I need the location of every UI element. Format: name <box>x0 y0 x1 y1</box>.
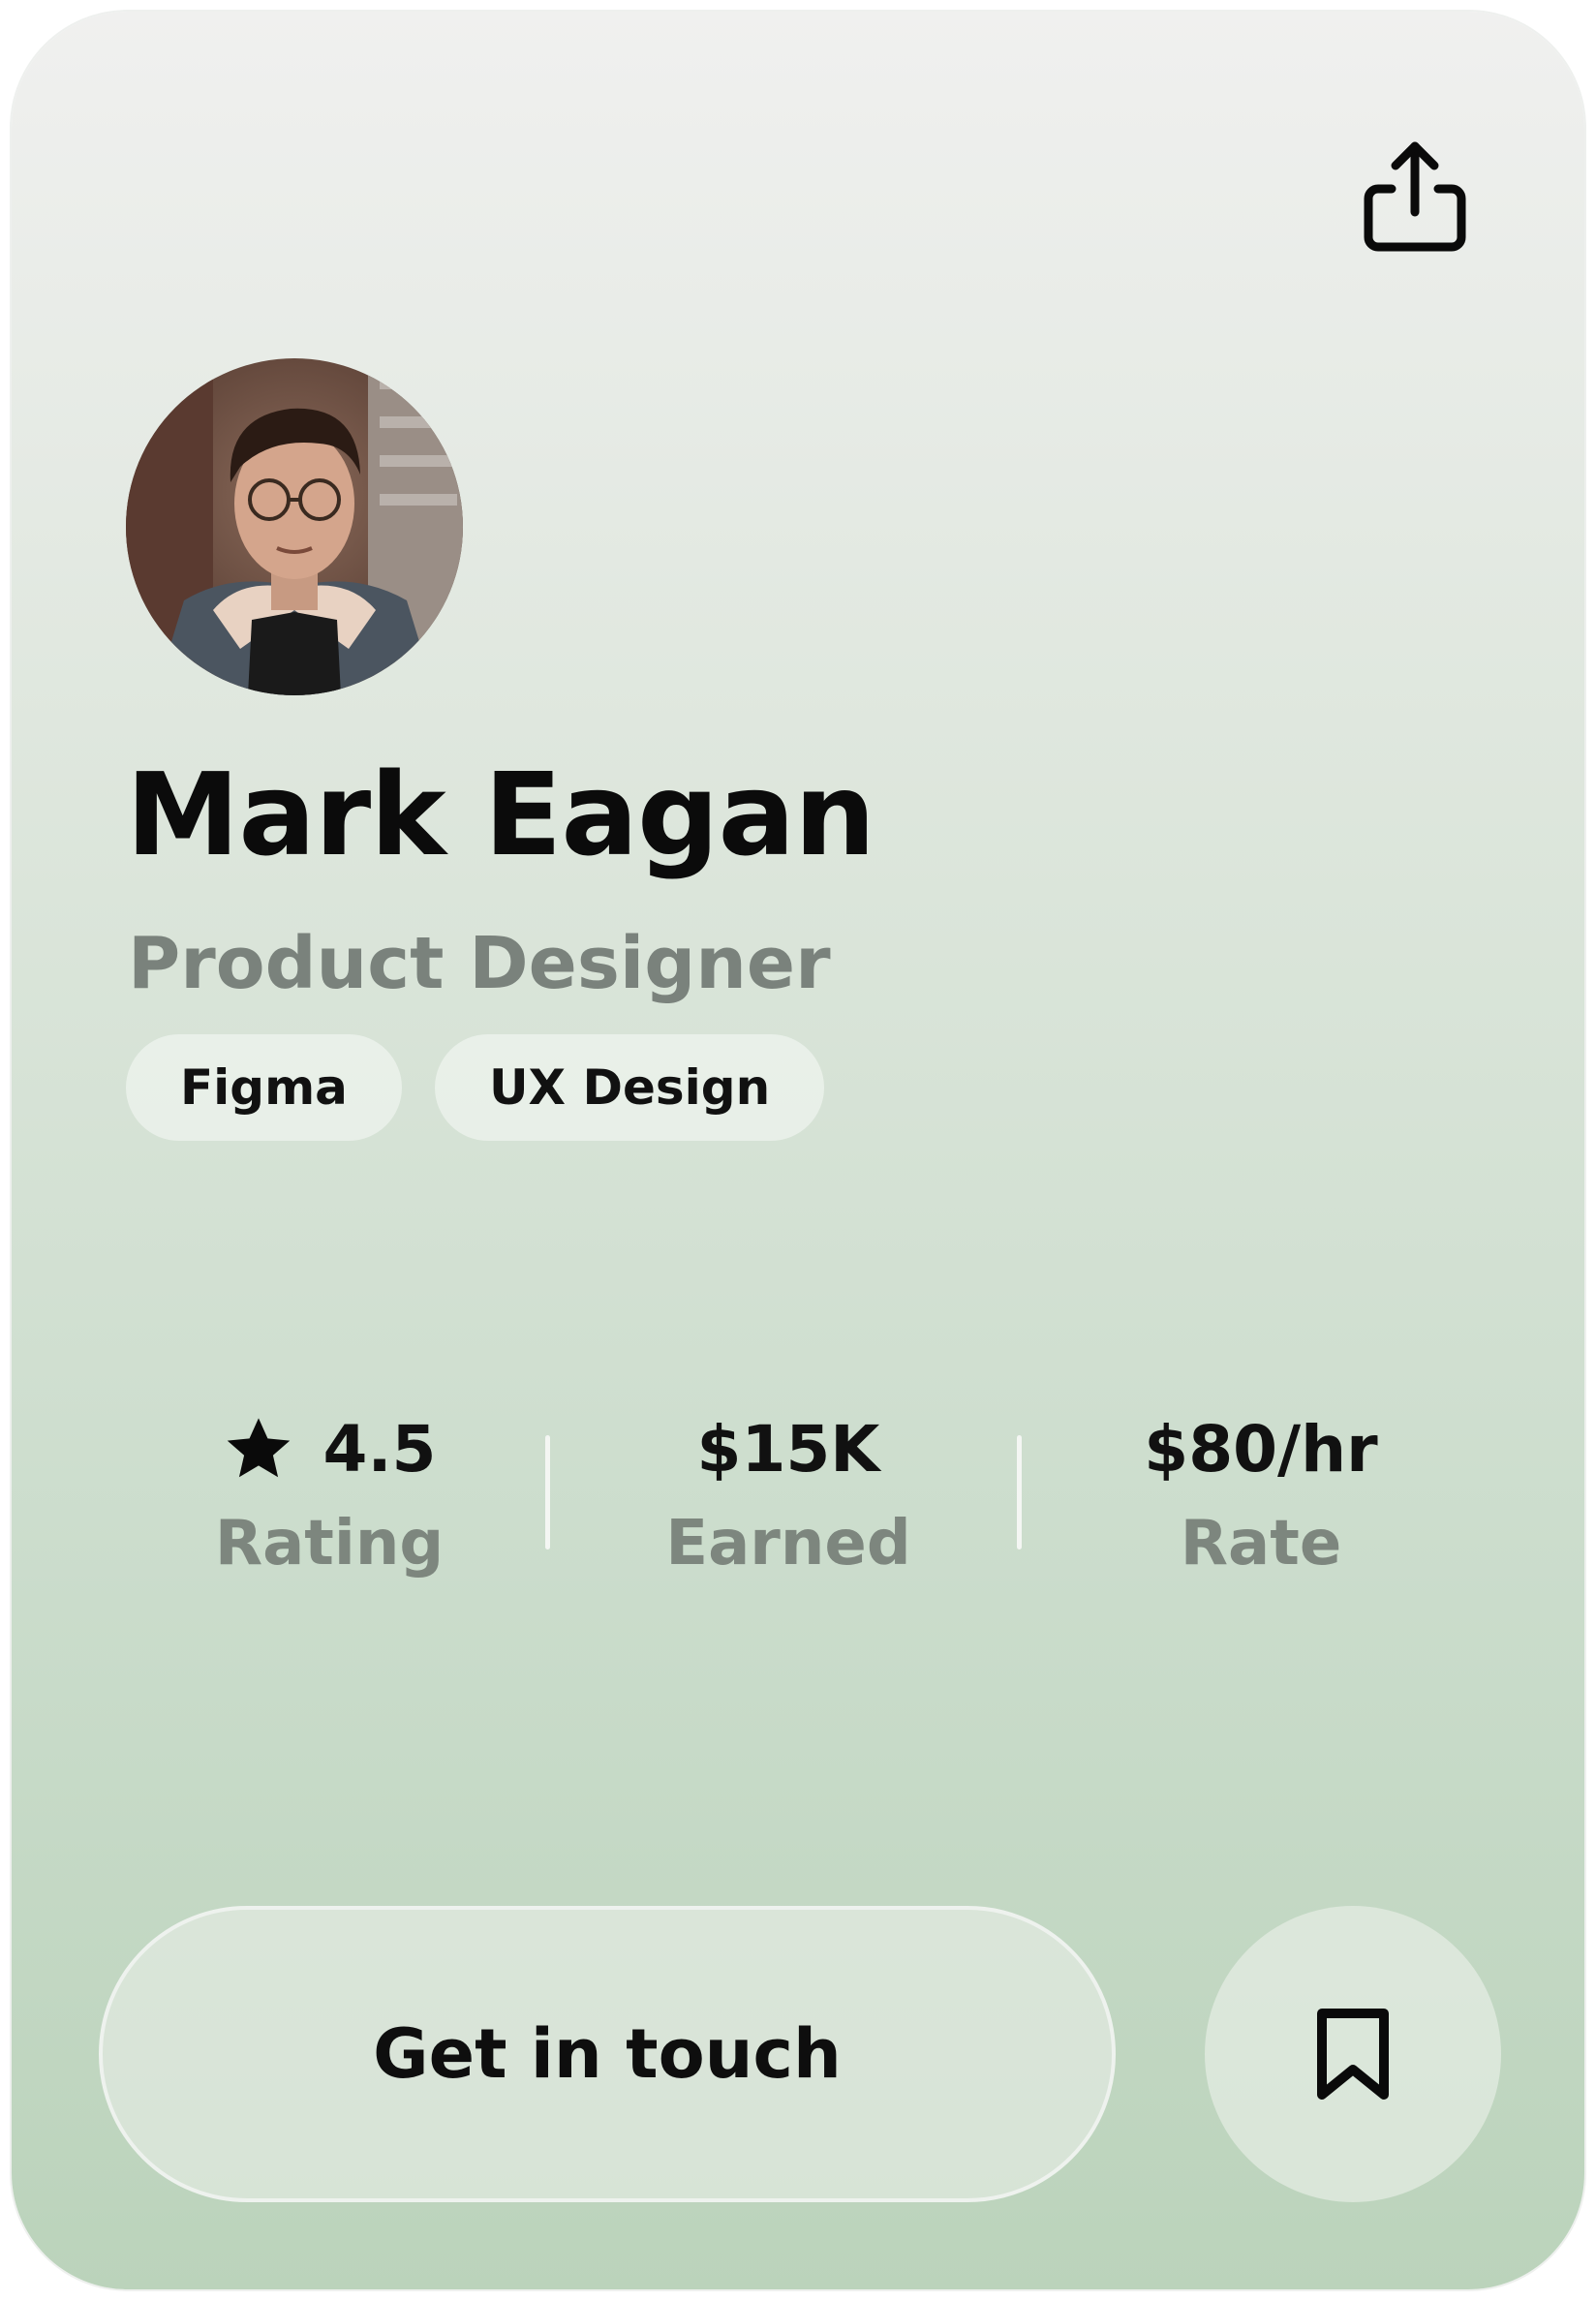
bookmark-button[interactable] <box>1205 1906 1501 2202</box>
tag-figma[interactable]: Figma <box>126 1034 402 1141</box>
rate-label: Rate <box>1180 1508 1342 1580</box>
share-icon <box>1364 141 1466 252</box>
earned-label: Earned <box>665 1508 911 1580</box>
stat-earned: $15K Earned <box>662 1412 914 1580</box>
skill-tags: Figma UX Design <box>126 1034 825 1141</box>
stat-rate: $80/hr Rate <box>1116 1412 1406 1580</box>
star-icon <box>227 1417 290 1477</box>
profile-name: Mark Eagan <box>126 748 875 881</box>
avatar-image <box>126 358 463 695</box>
stat-divider <box>1017 1435 1022 1549</box>
earned-value: $15K <box>696 1412 880 1487</box>
rate-value: $80/hr <box>1144 1412 1378 1487</box>
tag-ux-design[interactable]: UX Design <box>434 1034 825 1141</box>
profile-card: Mark Eagan Product Designer Figma UX Des… <box>12 12 1584 2289</box>
get-in-touch-button[interactable]: Get in touch <box>99 1906 1116 2202</box>
share-button[interactable] <box>1352 134 1478 260</box>
rating-value: 4.5 <box>322 1412 437 1487</box>
avatar <box>126 358 463 695</box>
bookmark-icon <box>1317 2009 1389 2100</box>
stat-rating: 4.5 Rating <box>203 1412 455 1580</box>
rating-label: Rating <box>214 1508 445 1580</box>
stat-divider <box>545 1435 550 1549</box>
profile-role: Product Designer <box>128 922 831 1005</box>
